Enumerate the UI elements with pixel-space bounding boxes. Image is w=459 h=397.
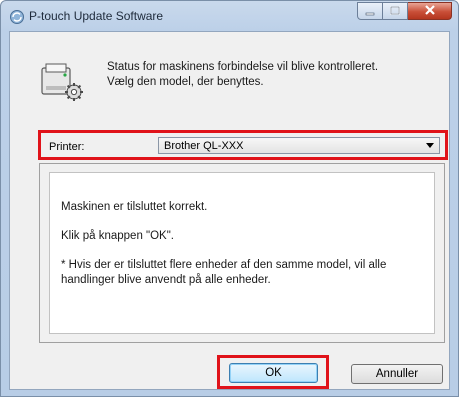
ok-button[interactable]: OK: [229, 363, 318, 383]
message-note-line-2: handlinger blive anvendt på alle enheder…: [61, 274, 271, 286]
close-button[interactable]: [408, 2, 452, 20]
ok-highlight: OK: [217, 355, 329, 389]
window-title: P-touch Update Software: [29, 9, 164, 23]
minimize-button[interactable]: [357, 2, 383, 20]
cancel-button[interactable]: Annuller: [351, 364, 443, 384]
app-icon: [10, 10, 24, 24]
printer-label: Printer:: [49, 141, 85, 153]
message-connected: Maskinen er tilsluttet korrekt.: [61, 201, 208, 213]
message-group: Maskinen er tilsluttet korrekt. Klik på …: [39, 163, 445, 343]
window-controls: [357, 2, 452, 22]
printer-selection-row: Printer: Brother QL-XXX: [38, 130, 448, 160]
message-note-line-1: * Hvis der er tilsluttet flere enheder a…: [61, 259, 387, 271]
maximize-button[interactable]: [383, 2, 408, 20]
close-icon: [424, 5, 435, 15]
chevron-down-icon: [426, 143, 434, 148]
minimize-icon: [365, 12, 375, 16]
printer-settings-icon: [41, 63, 83, 101]
title-bar[interactable]: P-touch Update Software: [1, 1, 458, 31]
printer-selected-value: Brother QL-XXX: [164, 140, 244, 152]
status-line-1: Status for maskinens forbindelse vil bli…: [107, 61, 379, 73]
status-message: Status for maskinens forbindelse vil bli…: [107, 60, 437, 90]
message-panel: Maskinen er tilsluttet korrekt. Klik på …: [49, 172, 435, 334]
printer-dropdown[interactable]: Brother QL-XXX: [158, 137, 440, 154]
status-line-2: Vælg den model, der benyttes.: [107, 76, 264, 88]
maximize-icon: [390, 6, 400, 15]
message-click-ok: Klik på knappen "OK".: [61, 230, 175, 242]
